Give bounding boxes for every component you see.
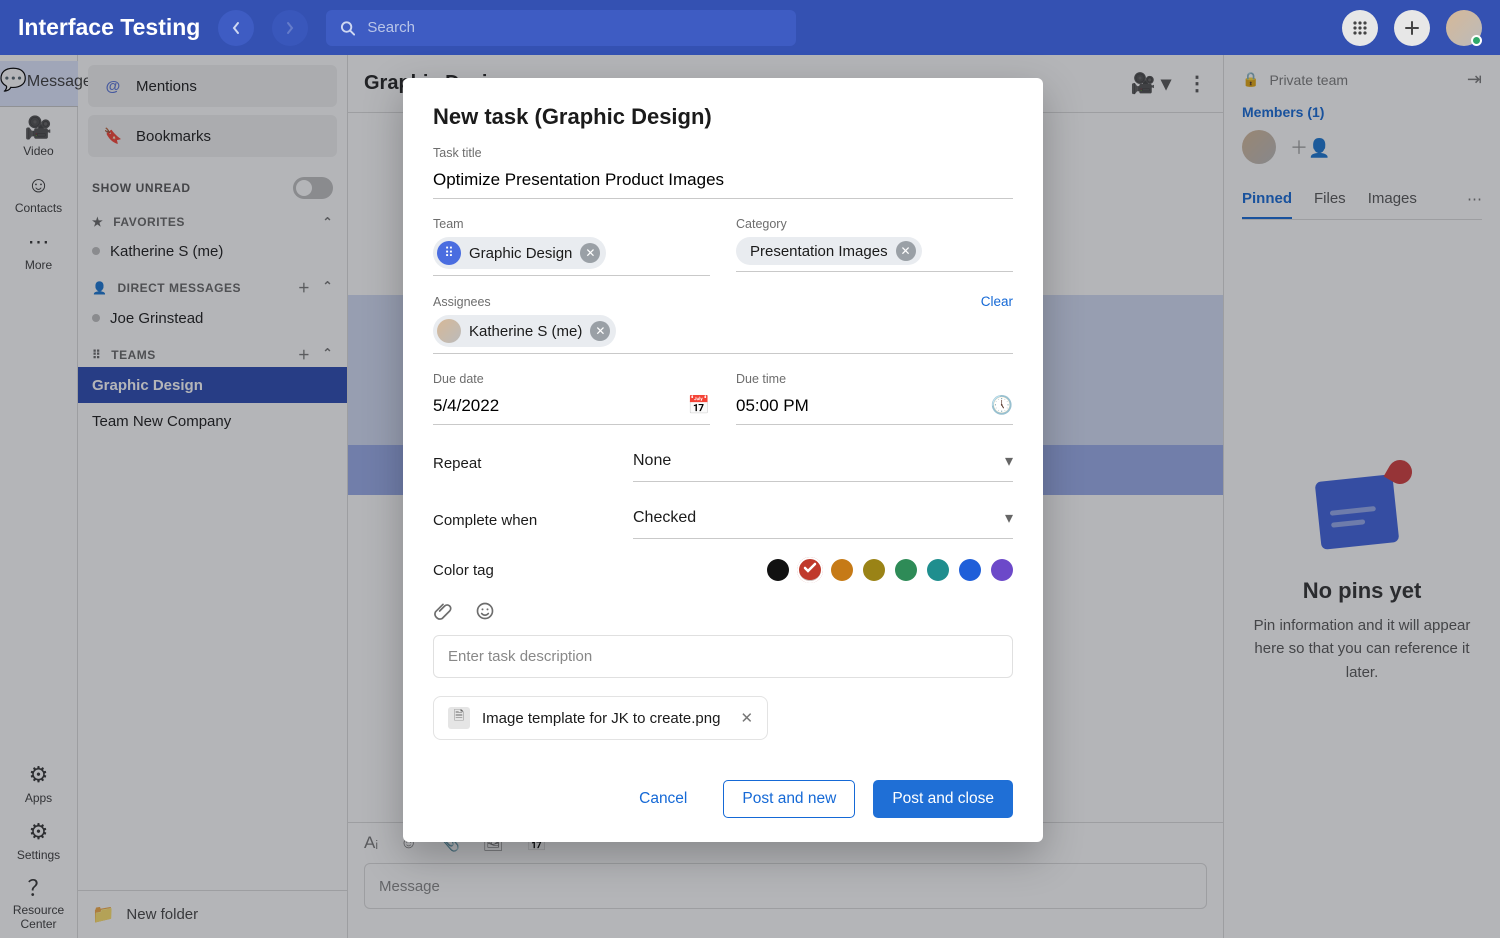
- nav-forward-button[interactable]: [272, 10, 308, 46]
- due-date-input[interactable]: [433, 392, 688, 424]
- chevron-down-icon: ▾: [1005, 451, 1013, 471]
- remove-category-button[interactable]: ✕: [896, 241, 916, 261]
- new-task-modal: New task (Graphic Design) Task title Tea…: [403, 78, 1043, 842]
- search-icon: [340, 20, 355, 36]
- current-user-avatar[interactable]: [1446, 10, 1482, 46]
- assignees-field[interactable]: Katherine S (me) ✕: [433, 315, 1013, 354]
- color-swatch[interactable]: [799, 559, 821, 581]
- complete-when-select[interactable]: Checked ▾: [633, 502, 1013, 539]
- task-title-input[interactable]: [433, 166, 1013, 199]
- attach-file-button[interactable]: [433, 601, 453, 621]
- color-swatch[interactable]: [959, 559, 981, 581]
- plus-icon: [1404, 20, 1420, 36]
- category-field[interactable]: Presentation Images ✕: [736, 237, 1013, 272]
- label-team: Team: [433, 217, 710, 231]
- app-brand: Interface Testing: [18, 14, 200, 41]
- remove-team-button[interactable]: ✕: [580, 243, 600, 263]
- label-assignees: Assignees: [433, 295, 491, 309]
- category-chip: Presentation Images ✕: [736, 237, 922, 265]
- color-swatch[interactable]: [895, 559, 917, 581]
- modal-title: New task (Graphic Design): [433, 104, 1013, 130]
- chevron-left-icon: [231, 21, 241, 35]
- color-swatch[interactable]: [991, 559, 1013, 581]
- label-category: Category: [736, 217, 1013, 231]
- color-swatch[interactable]: [927, 559, 949, 581]
- team-field[interactable]: ⠿ Graphic Design ✕: [433, 237, 710, 276]
- chevron-right-icon: [285, 21, 295, 35]
- post-and-new-button[interactable]: Post and new: [723, 780, 855, 818]
- paperclip-icon: [433, 601, 453, 621]
- due-time-input[interactable]: [736, 392, 991, 424]
- remove-attachment-button[interactable]: ✕: [740, 709, 753, 727]
- nav-back-button[interactable]: [218, 10, 254, 46]
- color-swatch[interactable]: [767, 559, 789, 581]
- global-search[interactable]: [326, 10, 796, 46]
- new-button[interactable]: [1394, 10, 1430, 46]
- label-task-title: Task title: [433, 146, 1013, 160]
- repeat-select[interactable]: None ▾: [633, 445, 1013, 482]
- label-complete-when: Complete when: [433, 512, 633, 529]
- color-swatch[interactable]: [863, 559, 885, 581]
- presence-online-icon: [1471, 35, 1482, 46]
- team-icon: ⠿: [437, 241, 461, 265]
- topbar: Interface Testing: [0, 0, 1500, 55]
- dialpad-button[interactable]: [1342, 10, 1378, 46]
- clock-icon[interactable]: 🕔: [991, 395, 1013, 422]
- color-swatch[interactable]: [831, 559, 853, 581]
- label-color-tag: Color tag: [433, 562, 633, 579]
- clear-assignees-button[interactable]: Clear: [981, 294, 1013, 309]
- post-and-close-button[interactable]: Post and close: [873, 780, 1013, 818]
- chevron-down-icon: ▾: [1005, 508, 1013, 528]
- attached-file-name: Image template for JK to create.png: [482, 710, 720, 727]
- assignee-chip: Katherine S (me) ✕: [433, 315, 616, 347]
- calendar-icon[interactable]: 📅: [688, 395, 710, 422]
- dialpad-icon: [1352, 20, 1368, 36]
- cancel-button[interactable]: Cancel: [621, 780, 705, 818]
- assignee-avatar-icon: [437, 319, 461, 343]
- color-swatches: [633, 559, 1013, 581]
- attached-file: 🗎 Image template for JK to create.png ✕: [433, 696, 768, 740]
- file-icon: 🗎: [448, 707, 470, 729]
- label-due-date: Due date: [433, 372, 710, 386]
- remove-assignee-button[interactable]: ✕: [590, 321, 610, 341]
- task-description-input[interactable]: Enter task description: [433, 635, 1013, 678]
- smile-icon: [475, 601, 495, 621]
- global-search-input[interactable]: [365, 18, 782, 37]
- label-due-time: Due time: [736, 372, 1013, 386]
- insert-emoji-button[interactable]: [475, 601, 495, 621]
- team-chip: ⠿ Graphic Design ✕: [433, 237, 606, 269]
- label-repeat: Repeat: [433, 455, 633, 472]
